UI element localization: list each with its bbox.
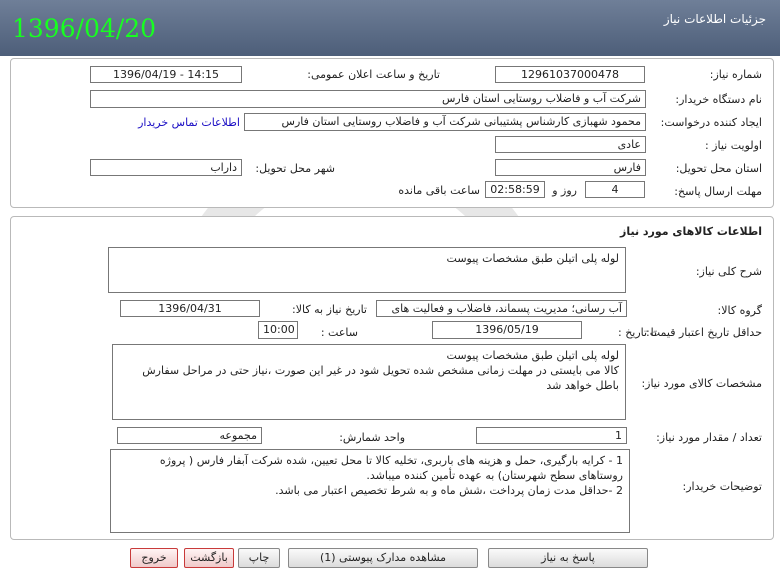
general-desc-box: لوله پلی اتیلن طبق مشخصات پیوست: [108, 247, 626, 293]
buyer-notes-box: 1 - کرایه بارگیری، حمل و هزینه های باربر…: [110, 449, 630, 533]
page-title: جزئیات اطلاعات نیاز: [663, 12, 766, 26]
unit-label: واحد شمارش:: [339, 431, 405, 444]
province-label: استان محل تحویل:: [675, 162, 762, 175]
city-label: شهر محل تحویل:: [255, 162, 335, 175]
priority-field: عادی: [495, 136, 646, 153]
province-field: فارس: [495, 159, 646, 176]
need-number-label: شماره نیاز:: [709, 68, 762, 81]
until-date-field: 1396/05/19: [432, 321, 582, 339]
buyer-notes-label: توضیحات خریدار:: [682, 480, 763, 493]
group-label: گروه کالا:: [717, 304, 762, 317]
exit-button[interactable]: خروج: [130, 548, 178, 568]
deadline-label: مهلت ارسال پاسخ:: [674, 185, 762, 198]
creator-label: ایجاد کننده درخواست:: [660, 116, 762, 129]
back-button[interactable]: بازگشت: [184, 548, 234, 568]
view-attachments-button[interactable]: مشاهده مدارک پیوستی (1): [288, 548, 478, 568]
qty-field: 1: [476, 427, 627, 444]
buyer-org-label: نام دستگاه خریدار:: [675, 93, 762, 106]
until-date-label: تا تاریخ :: [618, 326, 657, 339]
reply-button[interactable]: پاسخ به نیاز: [488, 548, 648, 568]
need-date-label: تاریخ نیاز به کالا:: [292, 303, 367, 316]
min-validity-label: حداقل تاریخ اعتبار قیمت:: [646, 326, 762, 339]
spec-label: مشخصات کالای مورد نیاز:: [641, 377, 762, 390]
spec-box: لوله پلی اتیلن طبق مشخصات پیوست کالا می …: [112, 344, 626, 420]
qty-label: تعداد / مقدار مورد نیاز:: [656, 431, 762, 444]
time-label: ساعت :: [320, 326, 358, 339]
need-date-field: 1396/04/31: [120, 300, 260, 317]
creator-field: محمود شهبازی کارشناس پشتیبانی شرکت آب و …: [244, 113, 646, 131]
print-button[interactable]: چاپ: [238, 548, 280, 568]
time-left-label: ساعت باقی مانده: [398, 184, 480, 197]
buyer-contact-link[interactable]: اطلاعات تماس خریدار: [138, 116, 240, 129]
date-stamp: 1396/04/20: [12, 14, 157, 43]
time-left-field: 02:58:59: [485, 181, 545, 198]
city-field: داراب: [90, 159, 242, 176]
need-number-field: 1296103700047‎8: [495, 66, 645, 83]
goods-section-title: اطلاعات کالاهای مورد نیاز: [620, 225, 762, 238]
buyer-org-field: شرکت آب و فاضلاب روستایی استان فارس: [90, 90, 646, 108]
announce-date-label: تاریخ و ساعت اعلان عمومی:: [307, 68, 440, 81]
days-unit-label: روز و: [552, 184, 577, 197]
announce-date-field: 1396/04/19 - 14:15: [90, 66, 242, 83]
unit-field: مجموعه: [117, 427, 262, 444]
group-field: آب رسانی؛ مدیریت پسماند، فاضلاب و فعالیت…: [376, 300, 627, 317]
time-field: 10:00: [258, 321, 298, 339]
general-desc-label: شرح کلی نیاز:: [695, 265, 762, 278]
priority-label: اولویت نیاز :: [704, 139, 762, 152]
days-field: 4: [585, 181, 645, 198]
